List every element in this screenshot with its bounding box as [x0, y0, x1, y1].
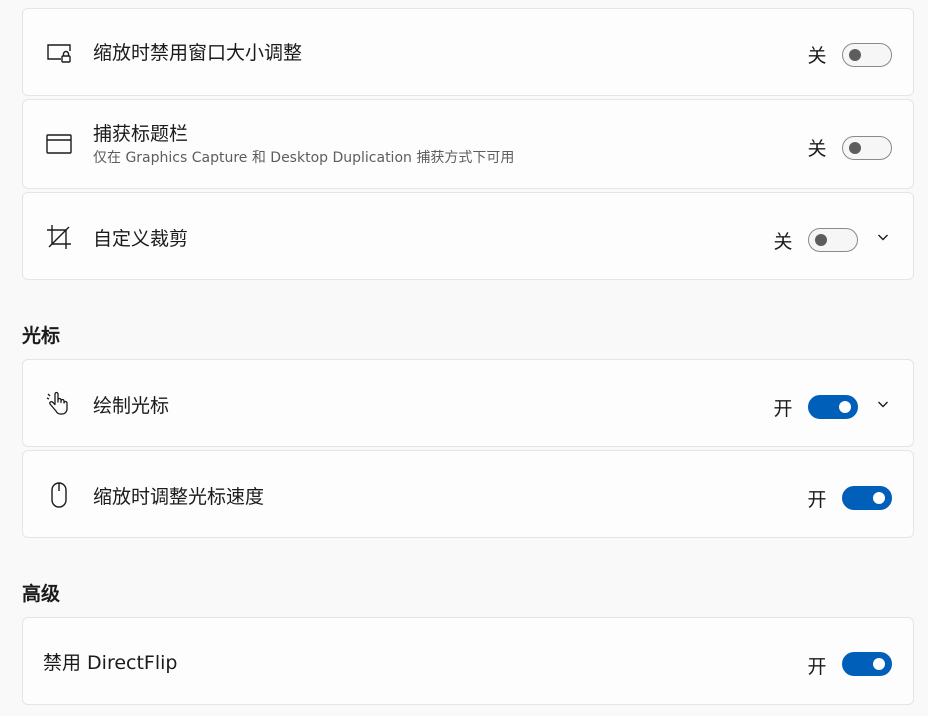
disable-directflip-toggle[interactable]	[842, 652, 892, 676]
toggle-state-label: 关	[807, 138, 827, 160]
toggle-state-label: 关	[807, 45, 827, 67]
draw-cursor-toggle[interactable]	[808, 395, 858, 419]
toggle-state-label: 开	[807, 656, 827, 678]
setting-title: 禁用 DirectFlip	[43, 652, 178, 674]
toggle-state-label: 开	[807, 489, 827, 511]
window-lock-icon	[45, 39, 73, 67]
setting-title: 捕获标题栏	[93, 123, 189, 145]
disable-resize-toggle[interactable]	[842, 43, 892, 67]
section-heading-advanced: 高级	[22, 583, 61, 605]
capture-titlebar-toggle[interactable]	[842, 136, 892, 160]
settings-page: 缩放时禁用窗口大小调整 关 捕获标题栏 仅在 Graphics Capture …	[0, 0, 928, 716]
chevron-down-icon[interactable]	[875, 396, 891, 412]
setting-title: 缩放时禁用窗口大小调整	[93, 42, 303, 64]
setting-title: 绘制光标	[93, 395, 170, 417]
crop-icon	[45, 223, 73, 251]
setting-title: 缩放时调整光标速度	[93, 486, 265, 508]
setting-card-adjust-cursor-speed: 缩放时调整光标速度 开	[22, 450, 914, 538]
setting-card-draw-cursor[interactable]: 绘制光标 开	[22, 359, 914, 447]
setting-title: 自定义裁剪	[93, 228, 189, 250]
toggle-knob	[839, 401, 851, 413]
toggle-state-label: 开	[773, 398, 793, 420]
setting-subtitle: 仅在 Graphics Capture 和 Desktop Duplicatio…	[93, 150, 515, 166]
setting-card-disable-resize: 缩放时禁用窗口大小调整 关	[22, 8, 914, 96]
toggle-knob	[873, 492, 885, 504]
adjust-cursor-speed-toggle[interactable]	[842, 486, 892, 510]
toggle-state-label: 关	[773, 231, 793, 253]
toggle-knob	[873, 658, 885, 670]
hand-pointer-icon	[45, 390, 73, 418]
setting-card-disable-directflip: 禁用 DirectFlip 开	[22, 617, 914, 705]
section-heading-cursor: 光标	[22, 325, 61, 347]
toggle-knob	[815, 234, 827, 246]
toggle-knob	[849, 49, 861, 61]
mouse-icon	[45, 481, 73, 509]
custom-crop-toggle[interactable]	[808, 228, 858, 252]
toggle-knob	[849, 142, 861, 154]
chevron-down-icon[interactable]	[875, 229, 891, 245]
setting-card-capture-titlebar: 捕获标题栏 仅在 Graphics Capture 和 Desktop Dupl…	[22, 99, 914, 189]
window-titlebar-icon	[45, 130, 73, 158]
setting-card-custom-crop[interactable]: 自定义裁剪 关	[22, 192, 914, 280]
